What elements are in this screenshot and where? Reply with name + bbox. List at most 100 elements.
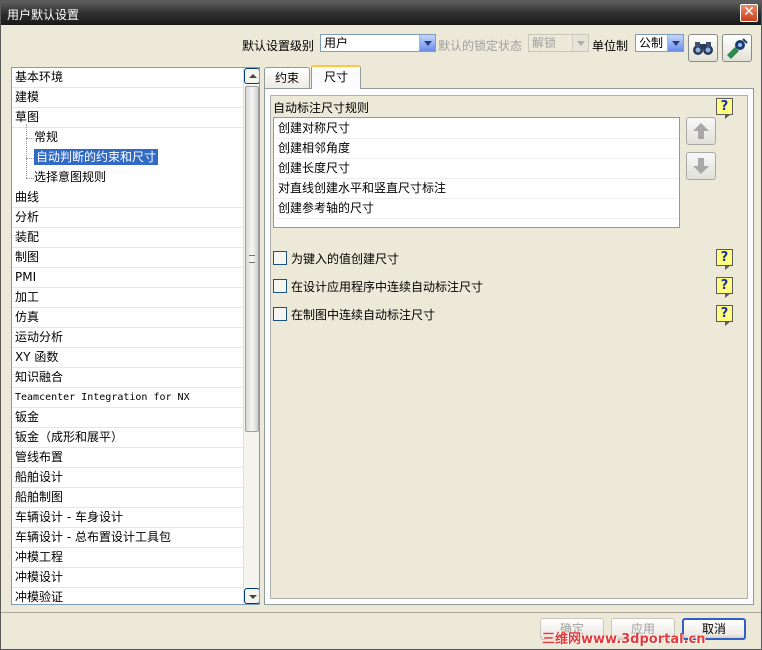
help-button-drafting[interactable]: ? <box>716 305 735 326</box>
tree-item-label: 船舶设计 <box>15 470 64 484</box>
help-button-typed-values[interactable]: ? <box>716 249 735 270</box>
scroll-up-icon[interactable] <box>244 68 259 84</box>
tree-item[interactable]: 车辆设计 - 车身设计 <box>12 508 243 528</box>
help-icon: ? <box>716 98 733 115</box>
list-item[interactable]: 创建相邻角度 <box>275 139 678 159</box>
list-item[interactable]: 创建长度尺寸 <box>275 159 678 179</box>
scroll-down-icon[interactable] <box>244 588 259 604</box>
tree-item[interactable]: 钣金（成形和展平） <box>12 428 243 448</box>
tree-item[interactable]: 分析 <box>12 208 243 228</box>
cancel-button-label: 取消 <box>701 622 726 636</box>
tree-item[interactable]: 管线布置 <box>12 448 243 468</box>
tree-item[interactable]: PMI <box>12 268 243 288</box>
tree-guide-branch <box>26 158 34 159</box>
tree-item-label: 选择意图规则 <box>34 170 107 184</box>
tree-subitem[interactable]: 常规 <box>12 128 243 148</box>
category-tree[interactable]: 基本环境建模草图常规自动判断的约束和尺寸 选择意图规则曲线分析装配制图 PMI 加工仿… <box>11 67 260 605</box>
move-up-button[interactable] <box>686 117 716 145</box>
close-icon: ✕ <box>743 4 755 20</box>
tree-item-label: 加工 <box>15 290 40 304</box>
tree-item[interactable]: 车辆设计 - 总布置设计工具包 <box>12 528 243 548</box>
footer-separator <box>1 612 761 613</box>
tree-item-label: 建模 <box>15 90 40 104</box>
tree-scrollbar[interactable] <box>243 68 259 604</box>
tree-item-label: 自动判断的约束和尺寸 <box>34 149 159 165</box>
tree-item-label: 分析 <box>15 210 40 224</box>
tree-item[interactable]: 草图 <box>12 108 243 128</box>
tree-item[interactable]: 制图 <box>12 248 243 268</box>
tree-item[interactable]: XY 函数 <box>12 348 243 368</box>
tree-item[interactable]: 基本环境 <box>12 68 243 88</box>
tree-item[interactable]: 建模 <box>12 88 243 108</box>
tab-dimensions[interactable]: 尺寸 <box>311 65 361 89</box>
tree-item[interactable]: 曲线 <box>12 188 243 208</box>
list-item[interactable]: 对直线创建水平和竖直尺寸标注 <box>275 179 678 199</box>
tree-item[interactable]: 装配 <box>12 228 243 248</box>
tree-item-label: 知识融合 <box>15 370 64 384</box>
watermark: 三维网www.3dportal.cn <box>542 632 706 647</box>
dialog-title: 用户默认设置 <box>7 8 80 22</box>
title-bar: 用户默认设置 ✕ <box>1 1 761 25</box>
tree-subitem[interactable]: 选择意图规则 <box>12 168 243 188</box>
tree-item-label: 冲模设计 <box>15 570 64 584</box>
tree-item[interactable]: 钣金 <box>12 408 243 428</box>
manage-defaults-button[interactable] <box>722 34 752 62</box>
tree-item[interactable]: 船舶制图 <box>12 488 243 508</box>
help-icon: ? <box>716 249 733 266</box>
manage-icon <box>727 38 748 59</box>
tree-item[interactable]: 知识融合 <box>12 368 243 388</box>
defaults-level-value: 用户 <box>324 36 349 50</box>
tree-item[interactable]: 仿真 <box>12 308 243 328</box>
list-item[interactable]: 创建对称尺寸 <box>275 119 678 139</box>
checkbox[interactable] <box>273 251 287 265</box>
tree-guide-branch <box>26 138 34 139</box>
chevron-down-icon <box>667 35 683 51</box>
tree-item[interactable]: 船舶设计 <box>12 468 243 488</box>
tree-item[interactable]: 冲模设计 <box>12 568 243 588</box>
tree-item-label: 基本环境 <box>15 70 64 84</box>
help-button-design[interactable]: ? <box>716 277 735 298</box>
lock-status-value: 解锁 <box>532 36 557 50</box>
tree-item-label: 车辆设计 - 总布置设计工具包 <box>15 530 171 544</box>
help-icon: ? <box>716 305 733 322</box>
tree-item[interactable]: 加工 <box>12 288 243 308</box>
help-icon: ? <box>716 277 733 294</box>
checkbox[interactable] <box>273 279 287 293</box>
checkbox[interactable] <box>273 307 287 321</box>
help-icon-tail <box>725 265 731 270</box>
tree-item-label: 装配 <box>15 230 40 244</box>
move-down-button[interactable] <box>686 152 716 180</box>
tree-item-label: 常规 <box>34 130 59 144</box>
tree-item[interactable]: Teamcenter Integration for NX <box>12 388 243 408</box>
tree-item-label: XY 函数 <box>15 350 59 364</box>
help-icon-tail <box>725 114 731 119</box>
find-defaults-button[interactable] <box>688 34 718 62</box>
tree-item-label: 钣金 <box>15 410 40 424</box>
tree-guide-branch <box>26 178 34 179</box>
list-item[interactable]: 创建参考轴的尺寸 <box>275 199 678 219</box>
auto-dimension-rules-title: 自动标注尺寸规则 <box>273 101 370 115</box>
close-button[interactable]: ✕ <box>740 4 758 22</box>
tree-item-label: 曲线 <box>15 190 40 204</box>
tab-label: 尺寸 <box>323 70 348 84</box>
arrow-down-icon <box>693 158 709 174</box>
tab-constraints[interactable]: 约束 <box>264 67 310 88</box>
binoculars-icon <box>693 42 713 55</box>
help-icon-tail <box>725 293 731 298</box>
option-label: 在设计应用程序中连续自动标注尺寸 <box>291 280 484 294</box>
tree-item-label: 制图 <box>15 250 40 264</box>
unit-system-select[interactable]: 公制 <box>635 34 684 52</box>
tree-subitem[interactable]: 自动判断的约束和尺寸 <box>12 148 243 168</box>
help-button-rules[interactable]: ? <box>716 98 735 119</box>
tree-item[interactable]: 冲模工程 <box>12 548 243 568</box>
arrow-up-icon <box>693 123 709 139</box>
chevron-down-icon <box>572 35 588 51</box>
scroll-thumb[interactable] <box>245 86 259 432</box>
tree-item-label: 冲模验证 <box>15 590 64 604</box>
tree-item[interactable]: 运动分析 <box>12 328 243 348</box>
lock-status-select[interactable]: 解锁 <box>528 34 589 52</box>
tree-item[interactable]: 冲模验证 <box>12 588 243 604</box>
tree-item-label: 运动分析 <box>15 330 64 344</box>
auto-dimension-rules-list[interactable]: 创建对称尺寸 创建相邻角度 创建长度尺寸 对直线创建水平和竖直尺寸标注 创建参考… <box>273 117 680 228</box>
defaults-level-select[interactable]: 用户 <box>320 34 436 52</box>
